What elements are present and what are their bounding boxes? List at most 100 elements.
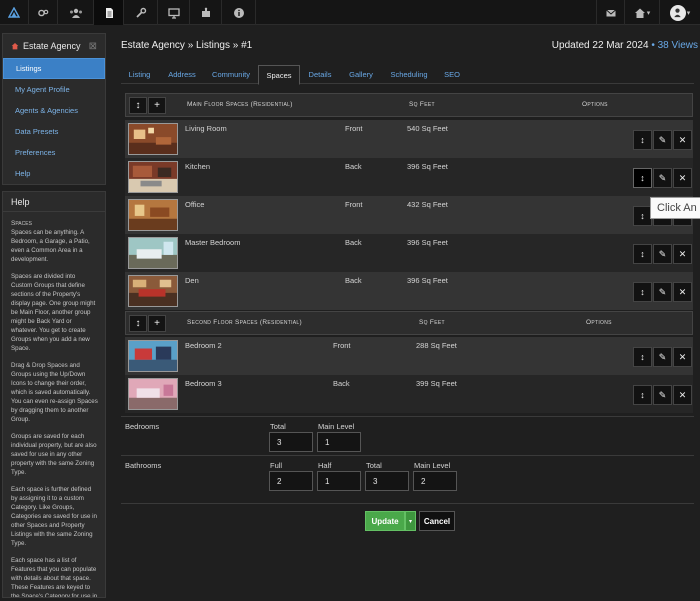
- space-location: Back: [345, 238, 362, 247]
- sidebar-item-listings[interactable]: Listings: [3, 58, 105, 79]
- add-space-button[interactable]: +: [148, 97, 166, 114]
- space-thumbnail: [128, 199, 178, 231]
- row-options: ↕ ✎ ✕: [633, 130, 693, 150]
- home-menu-button[interactable]: ▾: [625, 0, 660, 25]
- space-name: Bedroom 3: [185, 379, 222, 388]
- bedrooms-main-label: Main Level: [318, 422, 355, 431]
- bathrooms-main-label: Main Level: [414, 461, 451, 470]
- users-icon[interactable]: [58, 0, 94, 25]
- space-row[interactable]: Den Back 396 Sq Feet ↕ ✎ ✕: [125, 272, 693, 310]
- group-name: Main Floor Spaces (Residential): [187, 101, 293, 108]
- tab-community[interactable]: Community: [207, 65, 255, 84]
- space-thumbnail: [128, 275, 178, 307]
- desktop-icon[interactable]: [158, 0, 190, 25]
- space-row[interactable]: Bedroom 2 Front 288 Sq Feet ↕ ✎ ✕: [125, 337, 693, 375]
- edit-icon[interactable]: ✎: [653, 347, 672, 367]
- updated-date: Updated 22 Mar 2024: [551, 40, 649, 51]
- info-icon[interactable]: [222, 0, 256, 25]
- group-name: Second Floor Spaces (Residential): [187, 319, 302, 326]
- column-options: Options: [586, 319, 612, 326]
- space-sqft: 540 Sq Feet: [407, 124, 448, 133]
- tab-details[interactable]: Details: [303, 65, 337, 84]
- top-navbar: ▾ ▾: [0, 0, 700, 25]
- help-paragraph: Groups are saved for each individual pro…: [11, 433, 97, 476]
- user-menu-button[interactable]: ▾: [660, 0, 700, 25]
- space-sqft: 432 Sq Feet: [407, 200, 448, 209]
- space-name: Bedroom 2: [185, 341, 222, 350]
- sidebar-item-data-presets[interactable]: Data Presets: [3, 121, 105, 142]
- tab-seo[interactable]: SEO: [437, 65, 467, 84]
- move-group-icon[interactable]: ↕: [129, 97, 147, 114]
- home-icon: [634, 8, 645, 18]
- space-row[interactable]: Master Bedroom Back 396 Sq Feet ↕ ✎ ✕: [125, 234, 693, 272]
- bathrooms-main-input[interactable]: 2: [413, 471, 457, 491]
- space-row[interactable]: Kitchen Back 396 Sq Feet ↕ ✎ ✕: [125, 158, 693, 196]
- envelope-icon[interactable]: [596, 0, 625, 25]
- tab-listing[interactable]: Listing: [121, 65, 158, 84]
- move-group-icon[interactable]: ↕: [129, 315, 147, 332]
- move-icon[interactable]: ↕: [633, 347, 652, 367]
- group-header-main-floor: ↕ + Main Floor Spaces (Residential) Sq F…: [125, 93, 693, 117]
- space-sqft: 396 Sq Feet: [407, 162, 448, 171]
- space-sqft: 288 Sq Feet: [416, 341, 457, 350]
- row-options: ↕ ✎ ✕: [633, 282, 693, 302]
- bathrooms-full-input[interactable]: 2: [269, 471, 313, 491]
- bathrooms-total-input[interactable]: 3: [365, 471, 409, 491]
- tab-scheduling[interactable]: Scheduling: [385, 65, 433, 84]
- delete-icon[interactable]: ✕: [673, 347, 692, 367]
- gears-icon[interactable]: [29, 0, 58, 25]
- wrench-icon[interactable]: [124, 0, 158, 25]
- breadcrumb: Estate Agency » Listings » #1: [121, 40, 253, 51]
- space-name: Office: [185, 200, 205, 209]
- space-location: Front: [345, 200, 363, 209]
- move-icon[interactable]: ↕: [633, 244, 652, 264]
- bedrooms-main-input[interactable]: 1: [317, 432, 361, 452]
- delete-icon[interactable]: ✕: [673, 244, 692, 264]
- tab-spaces[interactable]: Spaces: [258, 65, 300, 85]
- move-icon[interactable]: ↕: [633, 385, 652, 405]
- space-row[interactable]: Bedroom 3 Back 399 Sq Feet ↕ ✎ ✕: [125, 375, 693, 413]
- sidebar-item-preferences[interactable]: Preferences: [3, 142, 105, 163]
- space-row[interactable]: Office Front 432 Sq Feet ↕ ✎ ✕: [125, 196, 693, 234]
- delete-icon[interactable]: ✕: [673, 130, 692, 150]
- document-icon[interactable]: [94, 0, 124, 25]
- delete-icon[interactable]: ✕: [673, 168, 692, 188]
- move-icon[interactable]: ↕: [633, 282, 652, 302]
- help-panel: Help Spaces Spaces can be anything. A Be…: [2, 191, 106, 598]
- space-thumbnail: [128, 340, 178, 372]
- cancel-button[interactable]: Cancel: [419, 511, 455, 531]
- sidebar-item-my-agent-profile[interactable]: My Agent Profile: [3, 79, 105, 100]
- bedrooms-label: Bedrooms: [125, 422, 160, 431]
- space-name: Den: [185, 276, 199, 285]
- edit-icon[interactable]: ✎: [653, 385, 672, 405]
- edit-icon[interactable]: ✎: [653, 244, 672, 264]
- tab-gallery[interactable]: Gallery: [342, 65, 380, 84]
- divider: [121, 416, 694, 417]
- delete-icon[interactable]: ✕: [673, 282, 692, 302]
- collapse-icon[interactable]: ⊠: [89, 41, 97, 52]
- puzzle-icon[interactable]: [190, 0, 222, 25]
- space-row[interactable]: Living Room Front 540 Sq Feet ↕ ✎ ✕: [125, 120, 693, 158]
- views-count[interactable]: • 38 Views: [651, 40, 698, 51]
- bathrooms-half-input[interactable]: 1: [317, 471, 361, 491]
- edit-icon[interactable]: ✎: [653, 130, 672, 150]
- edit-icon[interactable]: ✎: [653, 282, 672, 302]
- bedrooms-total-input[interactable]: 3: [269, 432, 313, 452]
- sidebar-item-agents-agencies[interactable]: Agents & Agencies: [3, 100, 105, 121]
- help-title: Help: [3, 192, 105, 212]
- delete-icon[interactable]: ✕: [673, 385, 692, 405]
- edit-icon[interactable]: ✎: [653, 168, 672, 188]
- move-icon[interactable]: ↕: [633, 130, 652, 150]
- bathrooms-total-label: Total: [366, 461, 382, 470]
- sidebar: Estate Agency ⊠ Listings My Agent Profil…: [2, 33, 106, 601]
- tab-address[interactable]: Address: [159, 65, 205, 84]
- divider: [121, 503, 694, 504]
- dashboard-icon[interactable]: [0, 0, 29, 25]
- add-space-button[interactable]: +: [148, 315, 166, 332]
- update-button[interactable]: Update: [365, 511, 405, 531]
- move-icon[interactable]: ↕: [633, 168, 652, 188]
- space-location: Back: [345, 162, 362, 171]
- space-location: Back: [333, 379, 350, 388]
- update-options-button[interactable]: ▾: [405, 511, 416, 531]
- sidebar-item-help[interactable]: Help: [3, 163, 105, 184]
